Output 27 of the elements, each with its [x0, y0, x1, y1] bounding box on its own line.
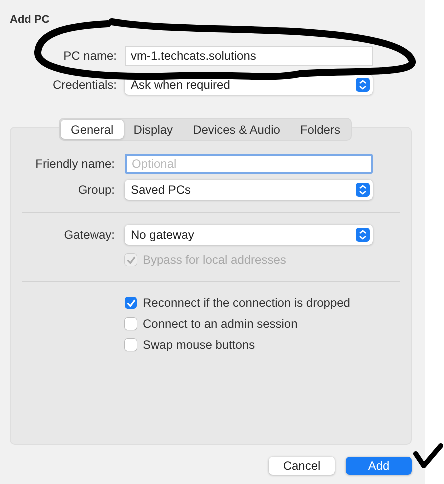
- field-label: Friendly name:: [34, 157, 115, 171]
- add-button[interactable]: Add: [346, 457, 412, 475]
- checkbox[interactable]: [125, 318, 137, 330]
- dialog-title: Add PC: [10, 14, 51, 28]
- checkbox[interactable]: [125, 297, 137, 309]
- field-label: Group:: [77, 183, 115, 197]
- tab[interactable]: Devices & Audio: [183, 120, 290, 139]
- dropdown[interactable]: No gateway: [125, 225, 373, 245]
- checkbox-label: Bypass for local addresses: [143, 253, 286, 267]
- stepper-icon: [356, 228, 370, 242]
- stepper-icon: [356, 78, 370, 92]
- field-label: PC name:: [62, 49, 117, 63]
- tab[interactable]: General: [61, 120, 124, 139]
- checkbox-label: Connect to an admin session: [143, 317, 298, 331]
- dropdown[interactable]: Saved PCs: [125, 180, 373, 200]
- checkbox[interactable]: [125, 339, 137, 351]
- checkbox-label: Reconnect if the connection is dropped: [143, 296, 350, 310]
- field-label: Credentials:: [52, 78, 117, 92]
- stepper-icon: [356, 183, 370, 197]
- input-field[interactable]: Optional: [125, 154, 373, 174]
- hand-drawn-check-mark: [414, 444, 444, 468]
- input-field[interactable]: vm-1.techcats.solutions: [125, 46, 373, 66]
- tab[interactable]: Folders: [290, 120, 350, 139]
- field-label: Gateway:: [63, 228, 115, 242]
- checkbox-label: Swap mouse buttons: [143, 338, 256, 352]
- cancel-button[interactable]: Cancel: [269, 457, 335, 475]
- tab[interactable]: Display: [124, 120, 184, 139]
